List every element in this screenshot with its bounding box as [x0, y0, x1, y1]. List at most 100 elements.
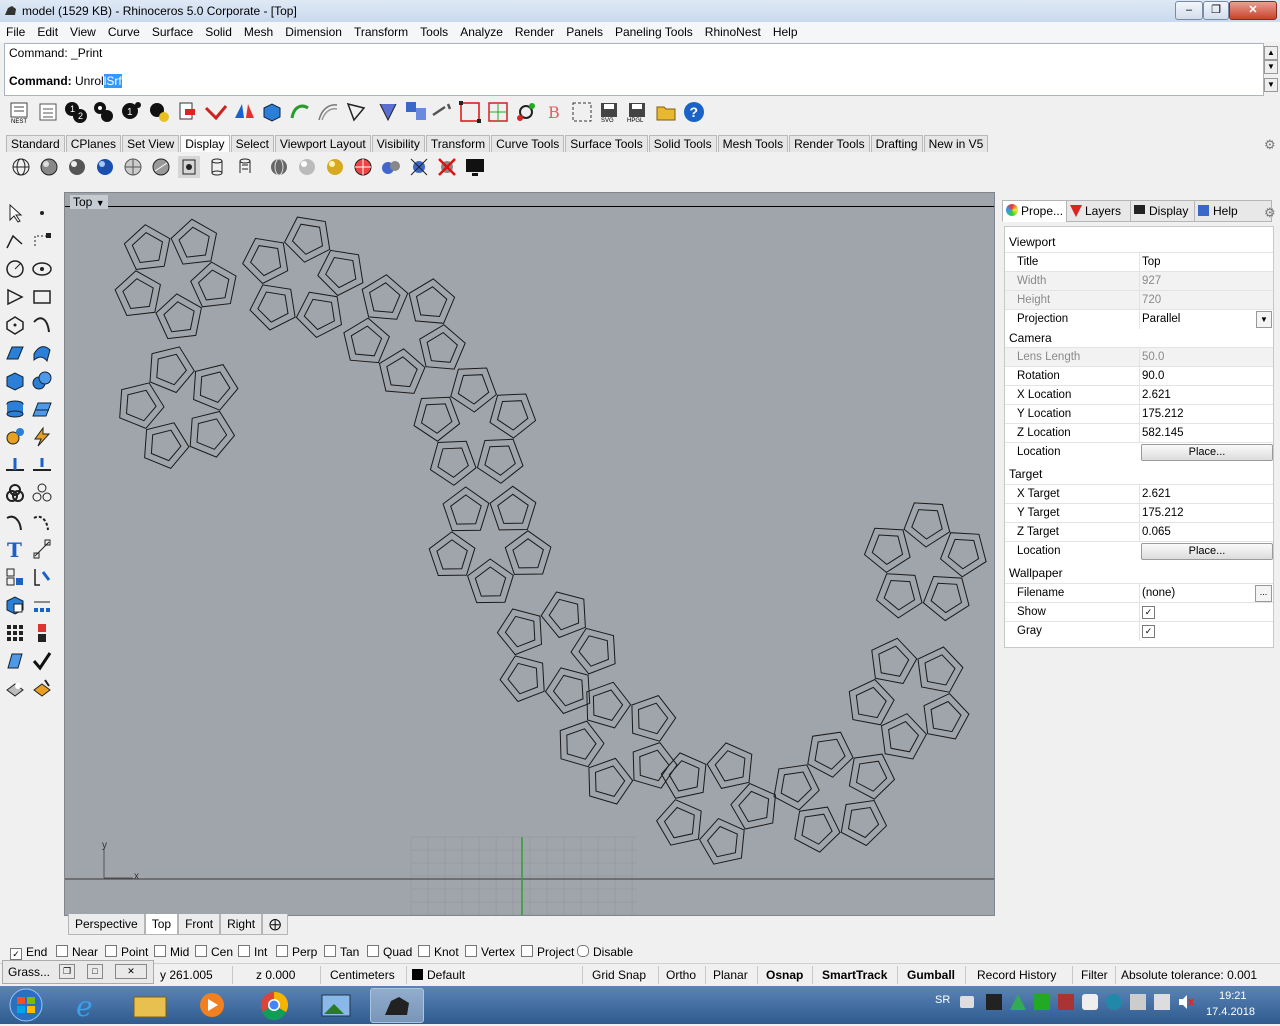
tab-drafting[interactable]: Drafting	[870, 135, 923, 152]
grid-snap-toggle[interactable]: Grid Snap	[592, 968, 646, 982]
show-checkbox[interactable]: ✓	[1142, 606, 1155, 619]
rectangle-icon[interactable]	[31, 286, 53, 308]
volume-muted-icon[interactable]	[1178, 994, 1194, 1010]
ellipse-icon[interactable]	[31, 258, 53, 280]
flip-icon[interactable]	[232, 100, 254, 122]
number-1-2-icon[interactable]: 12	[64, 100, 87, 123]
osnap-near-checkbox[interactable]	[56, 945, 68, 957]
keyboard-icon[interactable]	[960, 996, 974, 1008]
grasshopper-window-tab[interactable]: Grass... ❐ □ ✕	[2, 960, 154, 984]
gold-sphere-icon[interactable]	[324, 156, 346, 178]
gear-icon[interactable]: ⚙	[1264, 137, 1276, 153]
fillet-icon[interactable]	[4, 510, 26, 532]
menu-analyze[interactable]: Analyze	[454, 22, 509, 42]
grid-array-icon[interactable]	[4, 622, 26, 644]
menu-paneling-tools[interactable]: Paneling Tools	[609, 22, 699, 42]
pen-cylinder-icon[interactable]	[234, 156, 256, 178]
file-explorer-icon[interactable]	[124, 988, 176, 1021]
text-icon[interactable]: T	[4, 538, 26, 562]
tab-visibility[interactable]: Visibility	[371, 135, 425, 152]
osnap-tan[interactable]: Tan	[324, 945, 359, 959]
osnap-vertex-checkbox[interactable]	[465, 945, 477, 957]
project-icon[interactable]	[376, 100, 398, 122]
cube-group-icon[interactable]	[4, 594, 26, 616]
shaded-sphere-icon[interactable]	[38, 156, 60, 178]
wireframe-globe-icon[interactable]	[10, 156, 32, 178]
media-player-icon[interactable]	[186, 988, 238, 1021]
surface-points-icon[interactable]	[4, 342, 26, 364]
value[interactable]: Top	[1142, 256, 1161, 268]
extrude-icon[interactable]	[4, 398, 26, 420]
tab-curve-tools[interactable]: Curve Tools	[491, 135, 565, 152]
bracket-icon[interactable]	[31, 566, 53, 588]
scroll-down-arrow-icon[interactable]: ▼	[1264, 78, 1278, 92]
rendered-sphere-icon[interactable]	[66, 156, 88, 178]
gumball-toggle[interactable]: Gumball	[907, 968, 955, 982]
blend-icon[interactable]	[31, 510, 53, 532]
rhinoceros-taskbar-button[interactable]	[370, 988, 424, 1023]
add-viewport-tab-icon[interactable]: ⨁	[262, 914, 289, 935]
tab-front[interactable]: Front	[178, 914, 221, 935]
osnap-project[interactable]: Project	[521, 945, 574, 959]
tab-solid-tools[interactable]: Solid Tools	[648, 135, 717, 152]
solid-box-icon[interactable]	[4, 370, 26, 392]
nest-button[interactable]: NEST	[8, 102, 32, 128]
curve-icon[interactable]	[31, 314, 53, 336]
planar-toggle[interactable]: Planar	[713, 968, 748, 982]
split-icon[interactable]	[31, 454, 53, 476]
target-sphere-icon[interactable]	[352, 156, 374, 178]
menu-curve[interactable]: Curve	[102, 22, 146, 42]
tab-help[interactable]: Help	[1194, 200, 1272, 222]
gear-icon[interactable]: ⚙	[1264, 205, 1276, 221]
arc-icon[interactable]	[4, 286, 26, 308]
close-icon[interactable]: ✕	[115, 964, 147, 979]
dashed-frame-icon[interactable]	[570, 100, 592, 122]
tab-top[interactable]: Top	[144, 914, 179, 935]
top-viewport[interactable]: Top ▼ x y	[64, 192, 995, 916]
cluster-icon[interactable]	[404, 100, 426, 122]
ortho-toggle[interactable]: Ortho	[666, 968, 696, 982]
sweep-icon[interactable]	[31, 342, 53, 364]
start-button[interactable]	[4, 987, 48, 1023]
menu-surface[interactable]: Surface	[146, 22, 199, 42]
white-sphere-icon[interactable]	[296, 156, 318, 178]
osnap-perp[interactable]: Perp	[276, 945, 317, 959]
number-1-icon[interactable]: 1	[120, 100, 142, 122]
osnap-project-checkbox[interactable]	[521, 945, 533, 957]
menu-panels[interactable]: Panels	[560, 22, 609, 42]
menu-view[interactable]: View	[64, 22, 102, 42]
menu-file[interactable]: File	[0, 22, 31, 42]
photo-viewer-icon[interactable]	[310, 988, 362, 1021]
value[interactable]: 90.0	[1142, 370, 1164, 382]
value[interactable]: 582.145	[1142, 427, 1184, 439]
place-camera-button[interactable]: Place...	[1141, 444, 1273, 461]
yellow-dots-icon[interactable]	[148, 100, 170, 122]
tab-select[interactable]: Select	[230, 135, 274, 152]
language-indicator[interactable]: SR	[935, 994, 950, 1006]
menu-help[interactable]: Help	[767, 22, 804, 42]
polyline-icon[interactable]	[4, 230, 26, 252]
ghosted-sphere-icon[interactable]	[122, 156, 144, 178]
osnap-near[interactable]: Near	[56, 945, 98, 959]
xray-sphere-icon[interactable]	[150, 156, 172, 178]
red-arrow-icon[interactable]	[204, 100, 228, 122]
menu-solid[interactable]: Solid	[199, 22, 238, 42]
osnap-mid[interactable]: Mid	[154, 945, 189, 959]
osnap-end[interactable]: ✓ End	[10, 945, 47, 960]
chevron-down-icon[interactable]: ▼	[1256, 311, 1272, 328]
security-tray-icon[interactable]	[1106, 994, 1122, 1010]
help-icon[interactable]: ?	[682, 100, 704, 122]
scroll-up-arrow-icon[interactable]: ▲	[1264, 46, 1278, 60]
osnap-end-checkbox[interactable]: ✓	[10, 948, 22, 960]
grid-icon[interactable]	[486, 100, 508, 122]
open-folder-icon[interactable]	[655, 100, 677, 122]
cylinder-icon[interactable]	[206, 156, 228, 178]
tab-render-tools[interactable]: Render Tools	[789, 135, 870, 152]
units[interactable]: Centimeters	[330, 968, 395, 982]
menu-render[interactable]: Render	[509, 22, 560, 42]
menu-tools[interactable]: Tools	[414, 22, 454, 42]
tab-new-in-v5[interactable]: New in V5	[923, 135, 989, 152]
smarttrack-toggle[interactable]: SmartTrack	[822, 968, 887, 982]
osnap-point-checkbox[interactable]	[105, 945, 117, 957]
rhino-app-icon[interactable]	[3, 3, 18, 18]
